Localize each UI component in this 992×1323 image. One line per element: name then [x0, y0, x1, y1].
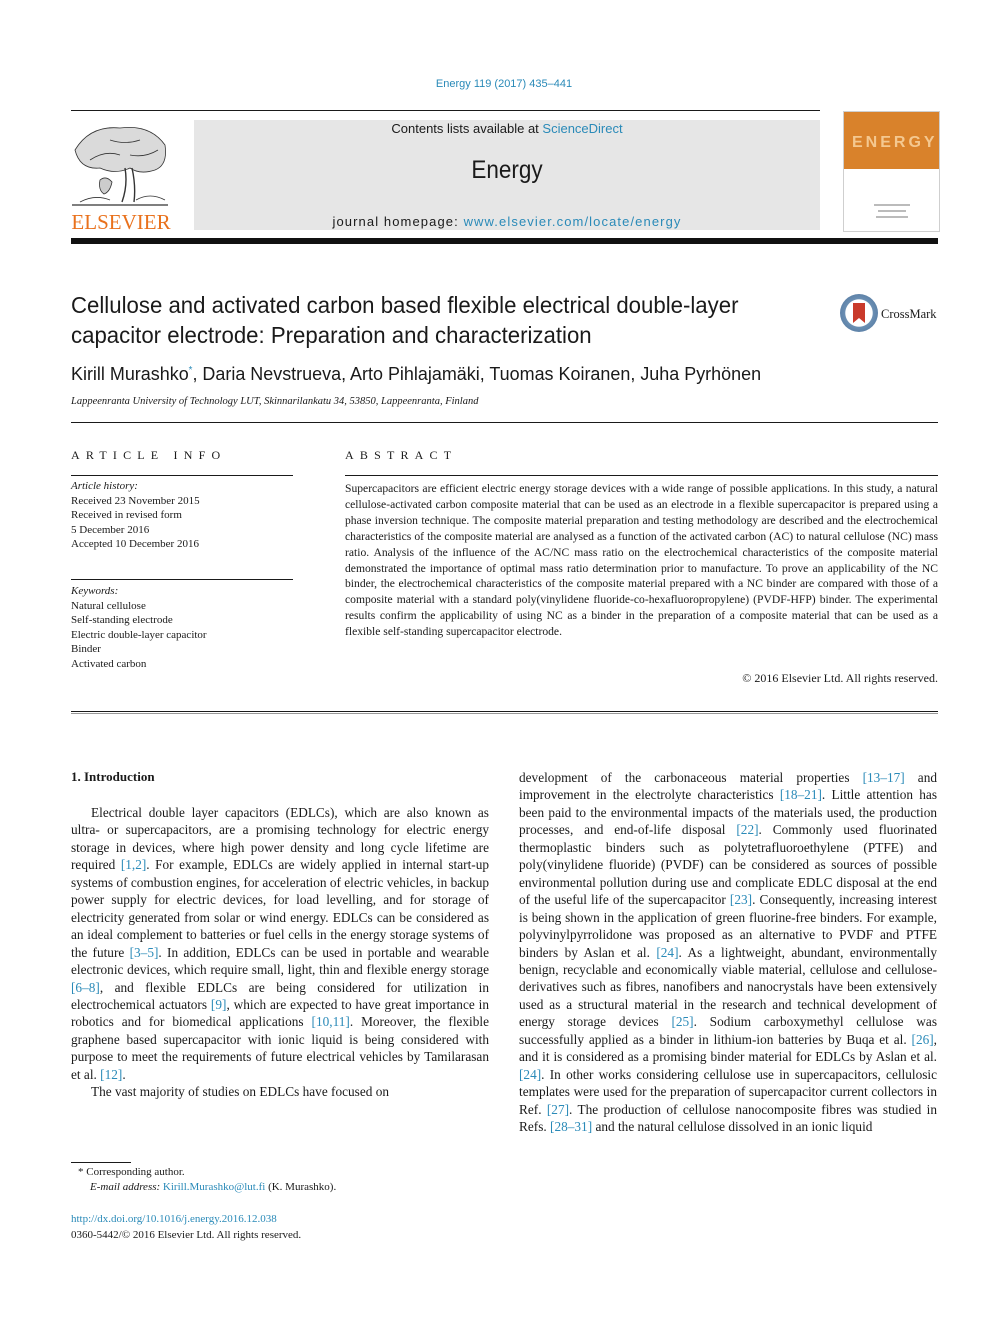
- citation-link[interactable]: [22]: [736, 822, 758, 837]
- cover-title: ENERGY: [852, 134, 938, 151]
- abstract-copyright: © 2016 Elsevier Ltd. All rights reserved…: [742, 671, 938, 685]
- divider: [71, 579, 293, 580]
- keyword-item[interactable]: Self-standing electrode: [71, 613, 293, 628]
- crossmark-label: CrossMark: [881, 307, 937, 321]
- paragraph: The vast majority of studies on EDLCs ha…: [91, 1084, 390, 1100]
- history-item: Accepted 10 December 2016: [71, 538, 199, 550]
- front-matter-rule: [71, 711, 938, 714]
- author-name: Kirill Murashko: [71, 363, 189, 384]
- author-list: Kirill Murashko*, Daria Nevstrueva, Arto…: [71, 363, 762, 384]
- cover-text-line: [878, 210, 906, 212]
- footnote-rule: [71, 1162, 131, 1163]
- paragraph: development of the carbonaceous material…: [519, 770, 937, 1135]
- author-name: Daria Nevstrueva: [202, 363, 342, 384]
- elsevier-wordmark: ELSEVIER: [71, 210, 171, 234]
- article-history: Article history: Received 23 November 20…: [71, 479, 293, 552]
- paragraph: Electrical double layer capacitors (EDLC…: [71, 805, 490, 1082]
- cover-text-line: [876, 216, 908, 218]
- keywords-label: Keywords:: [71, 585, 119, 597]
- history-item: Received in revised form: [71, 509, 182, 521]
- affiliation: Lappeenranta University of Technology LU…: [71, 396, 479, 407]
- keyword-item[interactable]: Natural cellulose: [71, 599, 293, 614]
- citation-link[interactable]: [6–8]: [71, 980, 100, 995]
- citation-link[interactable]: [23]: [730, 892, 752, 907]
- keywords: Keywords: Natural cellulose Self-standin…: [71, 584, 293, 671]
- keyword-item[interactable]: Electric double-layer capacitor: [71, 628, 293, 643]
- author-name: Tuomas Koiranen: [489, 363, 631, 384]
- citation-link[interactable]: [3–5]: [130, 945, 159, 960]
- corresponding-author-mark[interactable]: *: [189, 365, 193, 376]
- citation-link[interactable]: [26]: [912, 1032, 934, 1047]
- citation-link[interactable]: [24]: [656, 945, 678, 960]
- elsevier-logo[interactable]: ELSEVIER: [70, 120, 172, 234]
- citation-link[interactable]: [27]: [547, 1102, 569, 1117]
- email-label: E-mail address:: [90, 1181, 161, 1193]
- elsevier-tree-icon: [72, 126, 168, 206]
- citation-link[interactable]: [1,2]: [121, 857, 146, 872]
- abstract-text: Supercapacitors are efficient electric e…: [345, 482, 938, 639]
- citation-link[interactable]: [25]: [671, 1014, 693, 1029]
- divider: [71, 422, 938, 423]
- homepage-prefix: journal homepage:: [332, 214, 464, 229]
- author-name: Juha Pyrhönen: [640, 363, 762, 384]
- masthead-rule: [71, 238, 938, 244]
- history-item: 5 December 2016: [71, 523, 150, 536]
- divider: [345, 475, 938, 476]
- corresponding-footnote: * Corresponding author. E-mail address: …: [78, 1165, 336, 1195]
- doi-link[interactable]: http://dx.doi.org/10.1016/j.energy.2016.…: [71, 1211, 301, 1227]
- history-label: Article history:: [71, 480, 138, 492]
- keyword-item[interactable]: Binder: [71, 642, 293, 657]
- divider: [71, 475, 293, 476]
- email-suffix: (K. Murashko).: [265, 1181, 337, 1193]
- body-column-left: Electrical double layer capacitors (EDLC…: [71, 804, 489, 1101]
- citation-link[interactable]: [18–21]: [780, 787, 822, 802]
- article-title: Cellulose and activated carbon based fle…: [71, 292, 739, 348]
- citation-link[interactable]: [9]: [211, 997, 227, 1012]
- header-rule: [71, 110, 820, 111]
- footnote-label: Corresponding author.: [86, 1166, 185, 1178]
- article-info-heading: ARTICLE INFO: [71, 448, 227, 462]
- cover-text-line: [874, 204, 910, 206]
- journal-cover-thumbnail[interactable]: ENERGY: [843, 111, 940, 232]
- crossmark-button[interactable]: CrossMark: [840, 294, 940, 336]
- journal-masthead: Contents lists available at ScienceDirec…: [194, 120, 820, 230]
- citation-link[interactable]: [28–31]: [550, 1119, 592, 1134]
- keyword-item[interactable]: Activated carbon: [71, 657, 293, 672]
- citation-link[interactable]: [10,11]: [312, 1014, 350, 1029]
- journal-citation[interactable]: Energy 119 (2017) 435–441: [0, 78, 992, 90]
- email-link[interactable]: Kirill.Murashko@lut.fi: [163, 1181, 265, 1193]
- citation-link[interactable]: [12]: [100, 1067, 122, 1082]
- section-heading: 1. Introduction: [71, 769, 155, 784]
- journal-name: Energy: [471, 156, 543, 184]
- abstract-heading: ABSTRACT: [345, 448, 458, 462]
- contents-line: Contents lists available at ScienceDirec…: [194, 121, 820, 136]
- author-name: Arto Pihlajamäki: [350, 363, 480, 384]
- citation-link[interactable]: [13–17]: [863, 770, 905, 785]
- homepage-line: journal homepage: www.elsevier.com/locat…: [194, 214, 820, 229]
- homepage-link[interactable]: www.elsevier.com/locate/energy: [464, 214, 682, 229]
- history-item: Received 23 November 2015: [71, 494, 200, 507]
- body-column-right: development of the carbonaceous material…: [519, 769, 937, 1136]
- sciencedirect-link[interactable]: ScienceDirect: [542, 121, 622, 136]
- issn-line: 0360-5442/© 2016 Elsevier Ltd. All right…: [71, 1229, 302, 1241]
- footnote-mark: *: [78, 1166, 84, 1178]
- citation-link[interactable]: [24]: [519, 1067, 541, 1082]
- doi-block: http://dx.doi.org/10.1016/j.energy.2016.…: [71, 1211, 301, 1243]
- contents-prefix: Contents lists available at: [391, 121, 543, 136]
